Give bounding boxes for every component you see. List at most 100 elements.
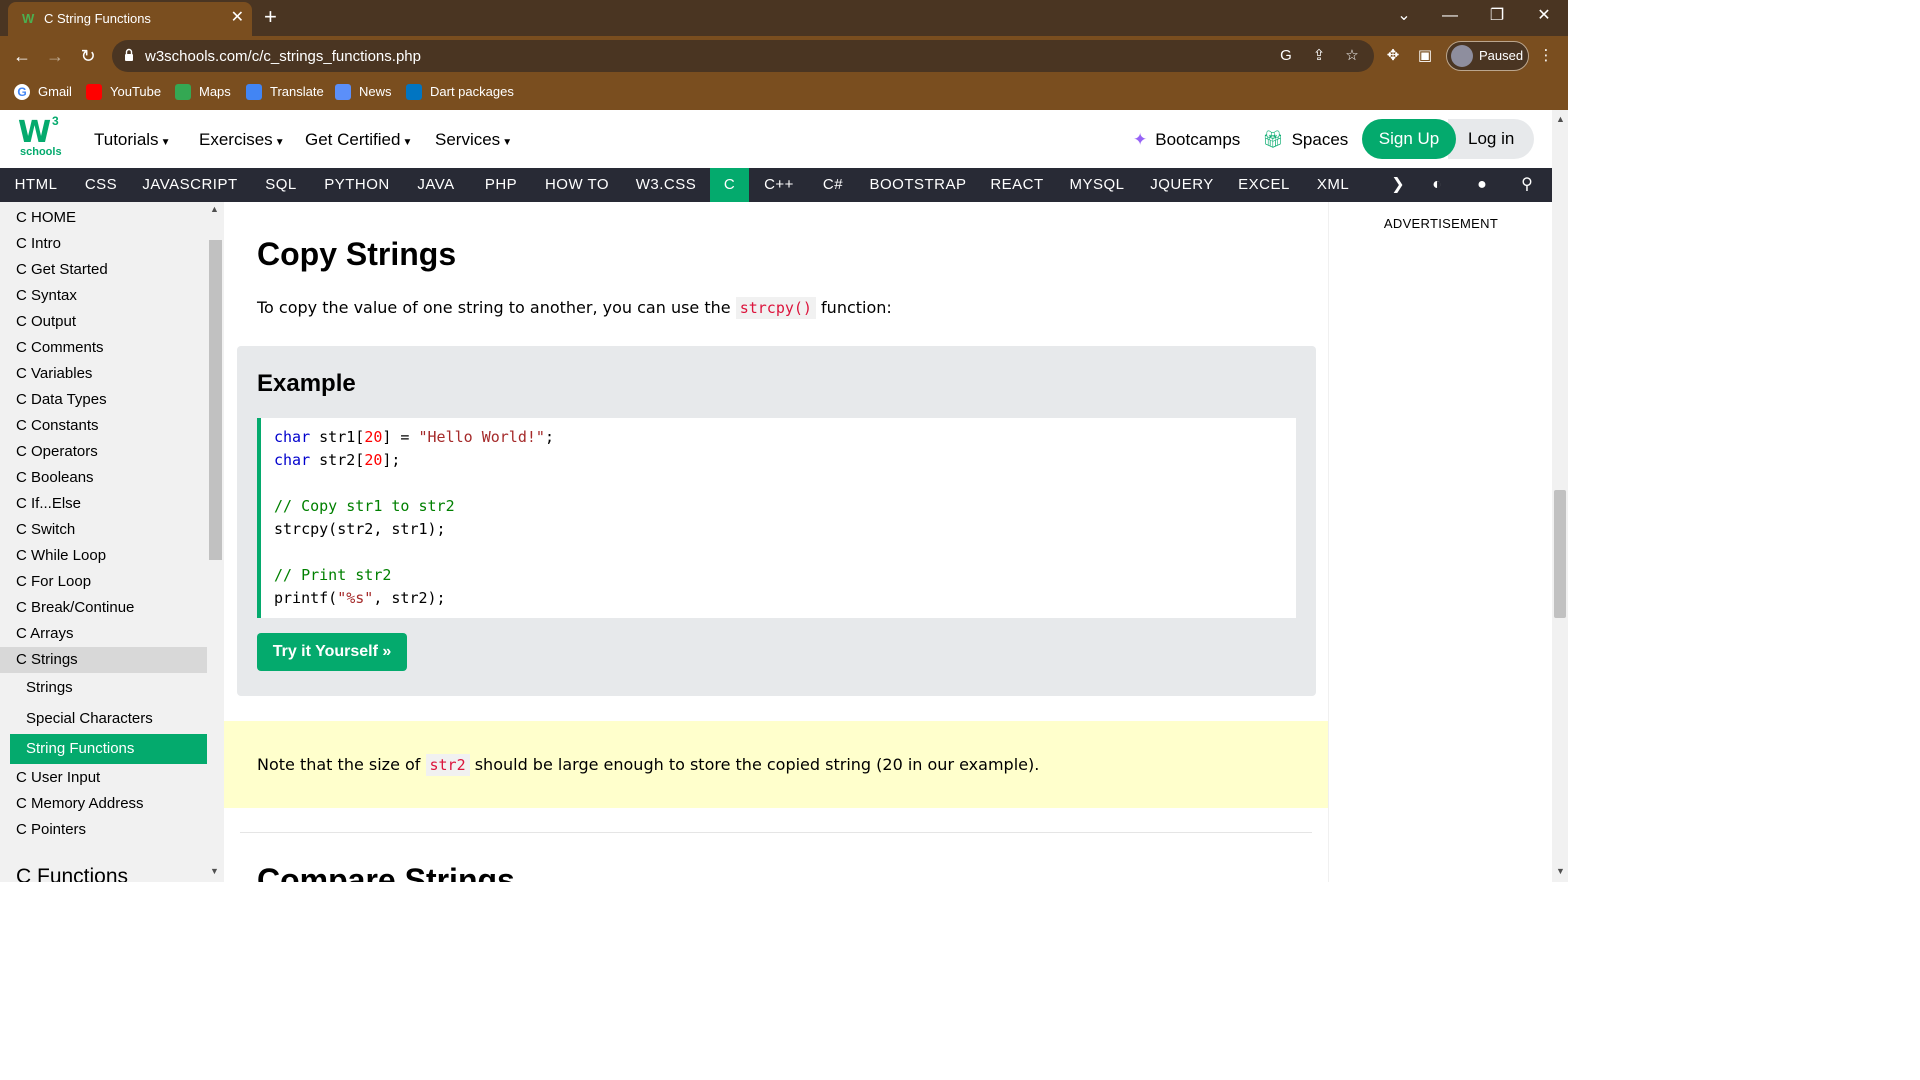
reload-icon[interactable]: ↻ xyxy=(76,44,100,68)
code-line: strcpy(str2, str1); xyxy=(274,520,446,538)
url-text: w3schools.com/c/c_strings_functions.php xyxy=(145,48,421,65)
topic-mysql[interactable]: MYSQL xyxy=(1055,168,1139,202)
menu-kebab-icon[interactable]: ⋮ xyxy=(1534,44,1558,68)
sidebar-item-c-user-input[interactable]: C User Input xyxy=(0,765,207,791)
sidebar-item-c-break-continue[interactable]: C Break/Continue xyxy=(0,595,207,621)
forward-icon[interactable]: → xyxy=(43,44,67,68)
sidebar-item-c-if-else[interactable]: C If...Else xyxy=(0,491,207,517)
sidebar-item-c-for-loop[interactable]: C For Loop xyxy=(0,569,207,595)
section-heading: Copy Strings xyxy=(257,236,457,272)
tab-close-icon[interactable]: ✕ xyxy=(231,8,244,28)
topic-c[interactable]: C xyxy=(710,168,749,202)
scroll-down-arrow-icon[interactable]: ▼ xyxy=(210,866,219,876)
bookmark-youtube[interactable]: YouTube xyxy=(86,84,161,102)
sidebar-item-c-booleans[interactable]: C Booleans xyxy=(0,465,207,491)
menu-exercises[interactable]: Exercises ▼ xyxy=(199,130,285,150)
google-lens-icon[interactable]: G xyxy=(1276,46,1296,66)
topic-python[interactable]: PYTHON xyxy=(312,168,402,202)
new-tab-button[interactable]: + xyxy=(264,4,277,30)
sidebar-item-c-home[interactable]: C HOME xyxy=(0,205,207,231)
scroll-topics-right-icon[interactable]: ❯ xyxy=(1381,168,1415,202)
code-text: ; xyxy=(544,428,554,446)
sidebar-section-c-functions[interactable]: C Functions xyxy=(0,862,207,882)
sidebar-item-c-variables[interactable]: C Variables xyxy=(0,361,207,387)
menu-get-certified[interactable]: Get Certified ▼ xyxy=(305,130,412,150)
sidebar-item-c-get-started[interactable]: C Get Started xyxy=(0,257,207,283)
login-button[interactable]: Log in xyxy=(1448,119,1534,159)
gift-icon: 🎁︎ xyxy=(1262,130,1284,149)
menu-services[interactable]: Services ▼ xyxy=(435,130,512,150)
code-string: "%s" xyxy=(337,589,374,607)
topic-java[interactable]: JAVA xyxy=(402,168,470,202)
sidebar-scrollbar-thumb[interactable] xyxy=(209,240,222,560)
try-it-yourself-button[interactable]: Try it Yourself » xyxy=(257,633,407,671)
topic-sql[interactable]: SQL xyxy=(250,168,312,202)
tab-title: C String Functions xyxy=(44,11,151,26)
menu-tutorials[interactable]: Tutorials ▼ xyxy=(94,130,170,150)
topic-react[interactable]: REACT xyxy=(979,168,1055,202)
sidebar-item-c-constants[interactable]: C Constants xyxy=(0,413,207,439)
tab-search-icon[interactable]: ⌄ xyxy=(1390,4,1418,28)
scroll-down-arrow-icon[interactable]: ▼ xyxy=(1556,866,1565,876)
sidebar-item-c-operators[interactable]: C Operators xyxy=(0,439,207,465)
browser-tab[interactable]: W C String Functions ✕ xyxy=(8,2,252,36)
sidebar-item-c-memory-address[interactable]: C Memory Address xyxy=(0,791,207,817)
topic-bootstrap[interactable]: BOOTSTRAP xyxy=(857,168,979,202)
sidebar-item-c-data-types[interactable]: C Data Types xyxy=(0,387,207,413)
extensions-icon[interactable]: ✥ xyxy=(1381,44,1405,68)
sidebar-item-c-arrays[interactable]: C Arrays xyxy=(0,621,207,647)
close-window-icon[interactable]: ✕ xyxy=(1530,4,1558,28)
address-bar[interactable]: w3schools.com/c/c_strings_functions.php … xyxy=(112,40,1374,72)
back-icon[interactable]: ← xyxy=(10,44,34,68)
scroll-up-arrow-icon[interactable]: ▲ xyxy=(210,204,219,214)
topic-how-to[interactable]: HOW TO xyxy=(532,168,622,202)
bootcamps-link[interactable]: ✦ Bootcamps xyxy=(1133,130,1240,150)
sidebar-item-c-output[interactable]: C Output xyxy=(0,309,207,335)
sidebar-subitem-strings[interactable]: Strings xyxy=(0,675,207,701)
topic-jquery[interactable]: JQUERY xyxy=(1139,168,1225,202)
bookmark-maps[interactable]: Maps xyxy=(175,84,231,102)
topic-w3css[interactable]: W3.CSS xyxy=(622,168,710,202)
topic-html[interactable]: HTML xyxy=(0,168,72,202)
dark-mode-icon[interactable]: ◐ xyxy=(1420,168,1454,202)
topic-csharp[interactable]: C# xyxy=(809,168,857,202)
code-block: char str1[20] = "Hello World!"; char str… xyxy=(257,418,1296,618)
sidebar-item-c-intro[interactable]: C Intro xyxy=(0,231,207,257)
bookmark-star-icon[interactable]: ☆ xyxy=(1342,46,1362,66)
search-icon[interactable]: ⚲ xyxy=(1510,168,1544,202)
sidebar-item-c-syntax[interactable]: C Syntax xyxy=(0,283,207,309)
share-icon[interactable]: ⇪ xyxy=(1309,46,1329,66)
topic-xml[interactable]: XML xyxy=(1303,168,1363,202)
side-panel-icon[interactable]: ▣ xyxy=(1413,44,1437,68)
topic-css[interactable]: CSS xyxy=(72,168,130,202)
sidebar-subitem-string-functions[interactable]: String Functions xyxy=(10,734,207,764)
restore-icon[interactable]: ❐ xyxy=(1483,4,1511,28)
sidebar-item-c-comments[interactable]: C Comments xyxy=(0,335,207,361)
page-scrollbar-thumb[interactable] xyxy=(1554,490,1566,618)
topic-javascript[interactable]: JAVASCRIPT xyxy=(130,168,250,202)
sidebar-item-c-pointers[interactable]: C Pointers xyxy=(0,817,207,843)
topic-php[interactable]: PHP xyxy=(470,168,532,202)
topic-excel[interactable]: EXCEL xyxy=(1225,168,1303,202)
spaces-link[interactable]: 🎁︎ Spaces xyxy=(1262,130,1348,150)
bookmark-dart-packages[interactable]: Dart packages xyxy=(406,84,514,102)
bookmark-translate[interactable]: Translate xyxy=(246,84,324,102)
minimize-icon[interactable]: — xyxy=(1436,4,1464,28)
sidebar-subitem-special-characters[interactable]: Special Characters xyxy=(0,706,207,732)
scroll-up-arrow-icon[interactable]: ▲ xyxy=(1556,114,1565,124)
main-content: Copy Strings To copy the value of one st… xyxy=(224,202,1328,882)
sidebar-item-c-switch[interactable]: C Switch xyxy=(0,517,207,543)
globe-icon[interactable]: ● xyxy=(1465,168,1499,202)
code-text: ]; xyxy=(382,451,401,469)
w3schools-logo[interactable]: W 3 schools xyxy=(18,114,62,162)
bookmark-news[interactable]: News xyxy=(335,84,392,102)
bookmark-gmail[interactable]: G Gmail xyxy=(14,84,72,102)
sidebar-item-c-strings[interactable]: C Strings xyxy=(0,647,207,673)
example-title: Example xyxy=(257,370,356,397)
logo-text: schools xyxy=(20,146,62,158)
page-scrollbar[interactable]: ▲ ▼ xyxy=(1552,110,1568,882)
profile-button[interactable]: Paused xyxy=(1446,41,1529,71)
signup-button[interactable]: Sign Up xyxy=(1362,119,1456,159)
sidebar-item-c-while-loop[interactable]: C While Loop xyxy=(0,543,207,569)
topic-cpp[interactable]: C++ xyxy=(749,168,809,202)
